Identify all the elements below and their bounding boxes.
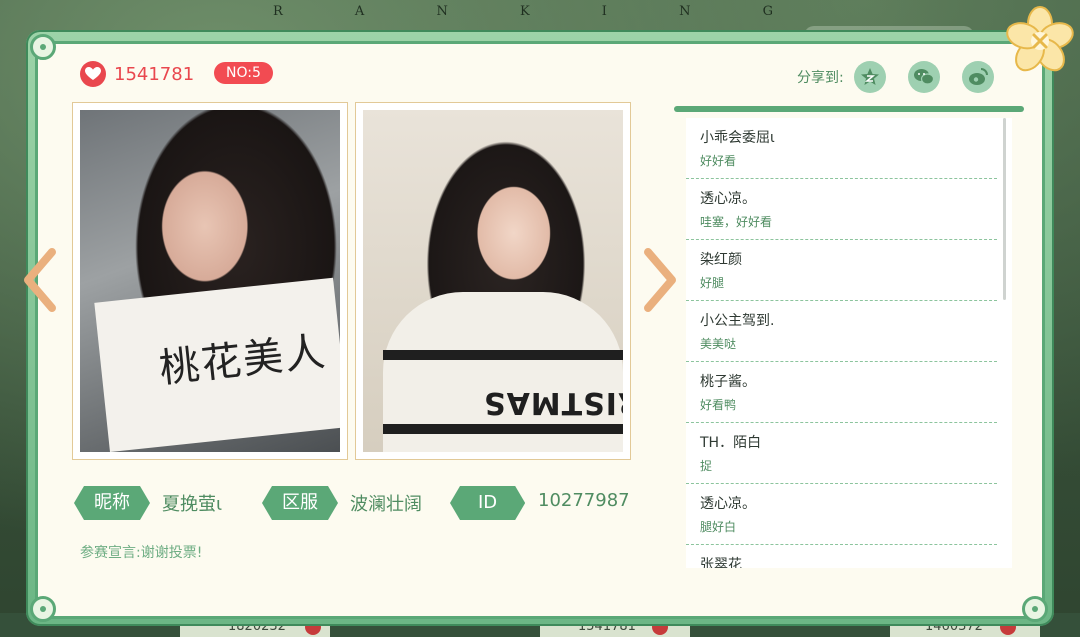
rank-badge: NO:5 <box>214 62 273 84</box>
qzone-icon[interactable] <box>853 61 886 93</box>
next-arrow-icon[interactable] <box>640 248 680 312</box>
declaration: 参赛宣言:谢谢投票! <box>80 542 202 562</box>
handwritten-sign: 桃花美人 <box>94 277 340 452</box>
comment-author: 染红颜 <box>700 252 742 268</box>
declaration-label: 参赛宣言: <box>80 545 141 561</box>
declaration-text: 谢谢投票! <box>140 545 203 561</box>
sweater-text: CHRISTMAS <box>483 385 623 420</box>
sign-text: 桃花美人 <box>157 328 330 393</box>
photo-card-1[interactable]: 桃花美人 <box>72 102 348 460</box>
photo-card-2[interactable]: CHRISTMAS <box>355 102 631 460</box>
comment-author: TH．陌白 <box>700 435 762 451</box>
comment-author: 小乖会委屈ι <box>700 130 775 146</box>
corner-ornament <box>30 596 56 622</box>
share-label: 分享到: <box>797 70 844 86</box>
corner-ornament <box>30 34 56 60</box>
comment-item: 桃子酱。 好看鸭 <box>686 362 997 423</box>
ranking-title: R A N K I N G <box>273 4 807 19</box>
likes-counter: 1541781 <box>80 60 194 88</box>
comment-item: 小公主驾到. 美美哒 <box>686 301 997 362</box>
comment-item: 染红颜 好腿 <box>686 240 997 301</box>
comment-text: 腿好白 <box>700 520 737 534</box>
comment-text: 捉 <box>700 459 713 473</box>
close-flower-icon[interactable] <box>1005 6 1075 76</box>
region-tag: 区服 <box>262 486 338 520</box>
likes-count: 1541781 <box>114 63 195 85</box>
contestant-photo-2: CHRISTMAS <box>363 110 623 452</box>
comment-text: 哇塞，好好看 <box>700 215 773 229</box>
comments-list[interactable]: 小乖会委屈ι 好好看 透心凉。 哇塞，好好看 染红颜 好腿 小公主驾到. 美美哒… <box>686 118 1012 568</box>
nickname-value: 夏挽萤ι <box>162 494 223 515</box>
comment-author: 小公主驾到. <box>700 313 775 329</box>
sweater-stripe <box>383 350 623 360</box>
comment-author: 张翠花 <box>700 557 742 568</box>
prev-arrow-icon[interactable] <box>20 248 60 312</box>
comment-item: 张翠花 <box>686 545 997 568</box>
share-bar: 分享到: <box>797 60 994 94</box>
comment-author: 透心凉。 <box>700 191 756 207</box>
wechat-icon[interactable] <box>907 61 940 93</box>
comment-item: TH．陌白 捉 <box>686 423 997 484</box>
weibo-icon[interactable] <box>961 61 994 93</box>
comments-scrollbar[interactable] <box>1003 118 1006 300</box>
id-tag: ID <box>450 486 525 520</box>
corner-ornament <box>1022 596 1048 622</box>
comment-text: 好好看 <box>700 154 737 168</box>
comment-author: 透心凉。 <box>700 496 756 512</box>
contestant-photo-1: 桃花美人 <box>80 110 340 452</box>
id-value: 10277987 <box>538 490 630 511</box>
comment-text: 美美哒 <box>700 337 737 351</box>
heart-icon[interactable] <box>80 61 106 87</box>
comment-author: 桃子酱。 <box>700 374 756 390</box>
comment-item: 小乖会委屈ι 好好看 <box>686 118 997 179</box>
comment-text: 好看鸭 <box>700 398 737 412</box>
comments-header-bar <box>674 106 1024 112</box>
comment-text: 好腿 <box>700 276 725 290</box>
region-value: 波澜壮阔 <box>350 494 422 515</box>
nickname-tag: 昵称 <box>74 486 150 520</box>
comment-item: 透心凉。 哇塞，好好看 <box>686 179 997 240</box>
comment-item: 透心凉。 腿好白 <box>686 484 997 545</box>
sweater-stripe <box>383 424 623 434</box>
